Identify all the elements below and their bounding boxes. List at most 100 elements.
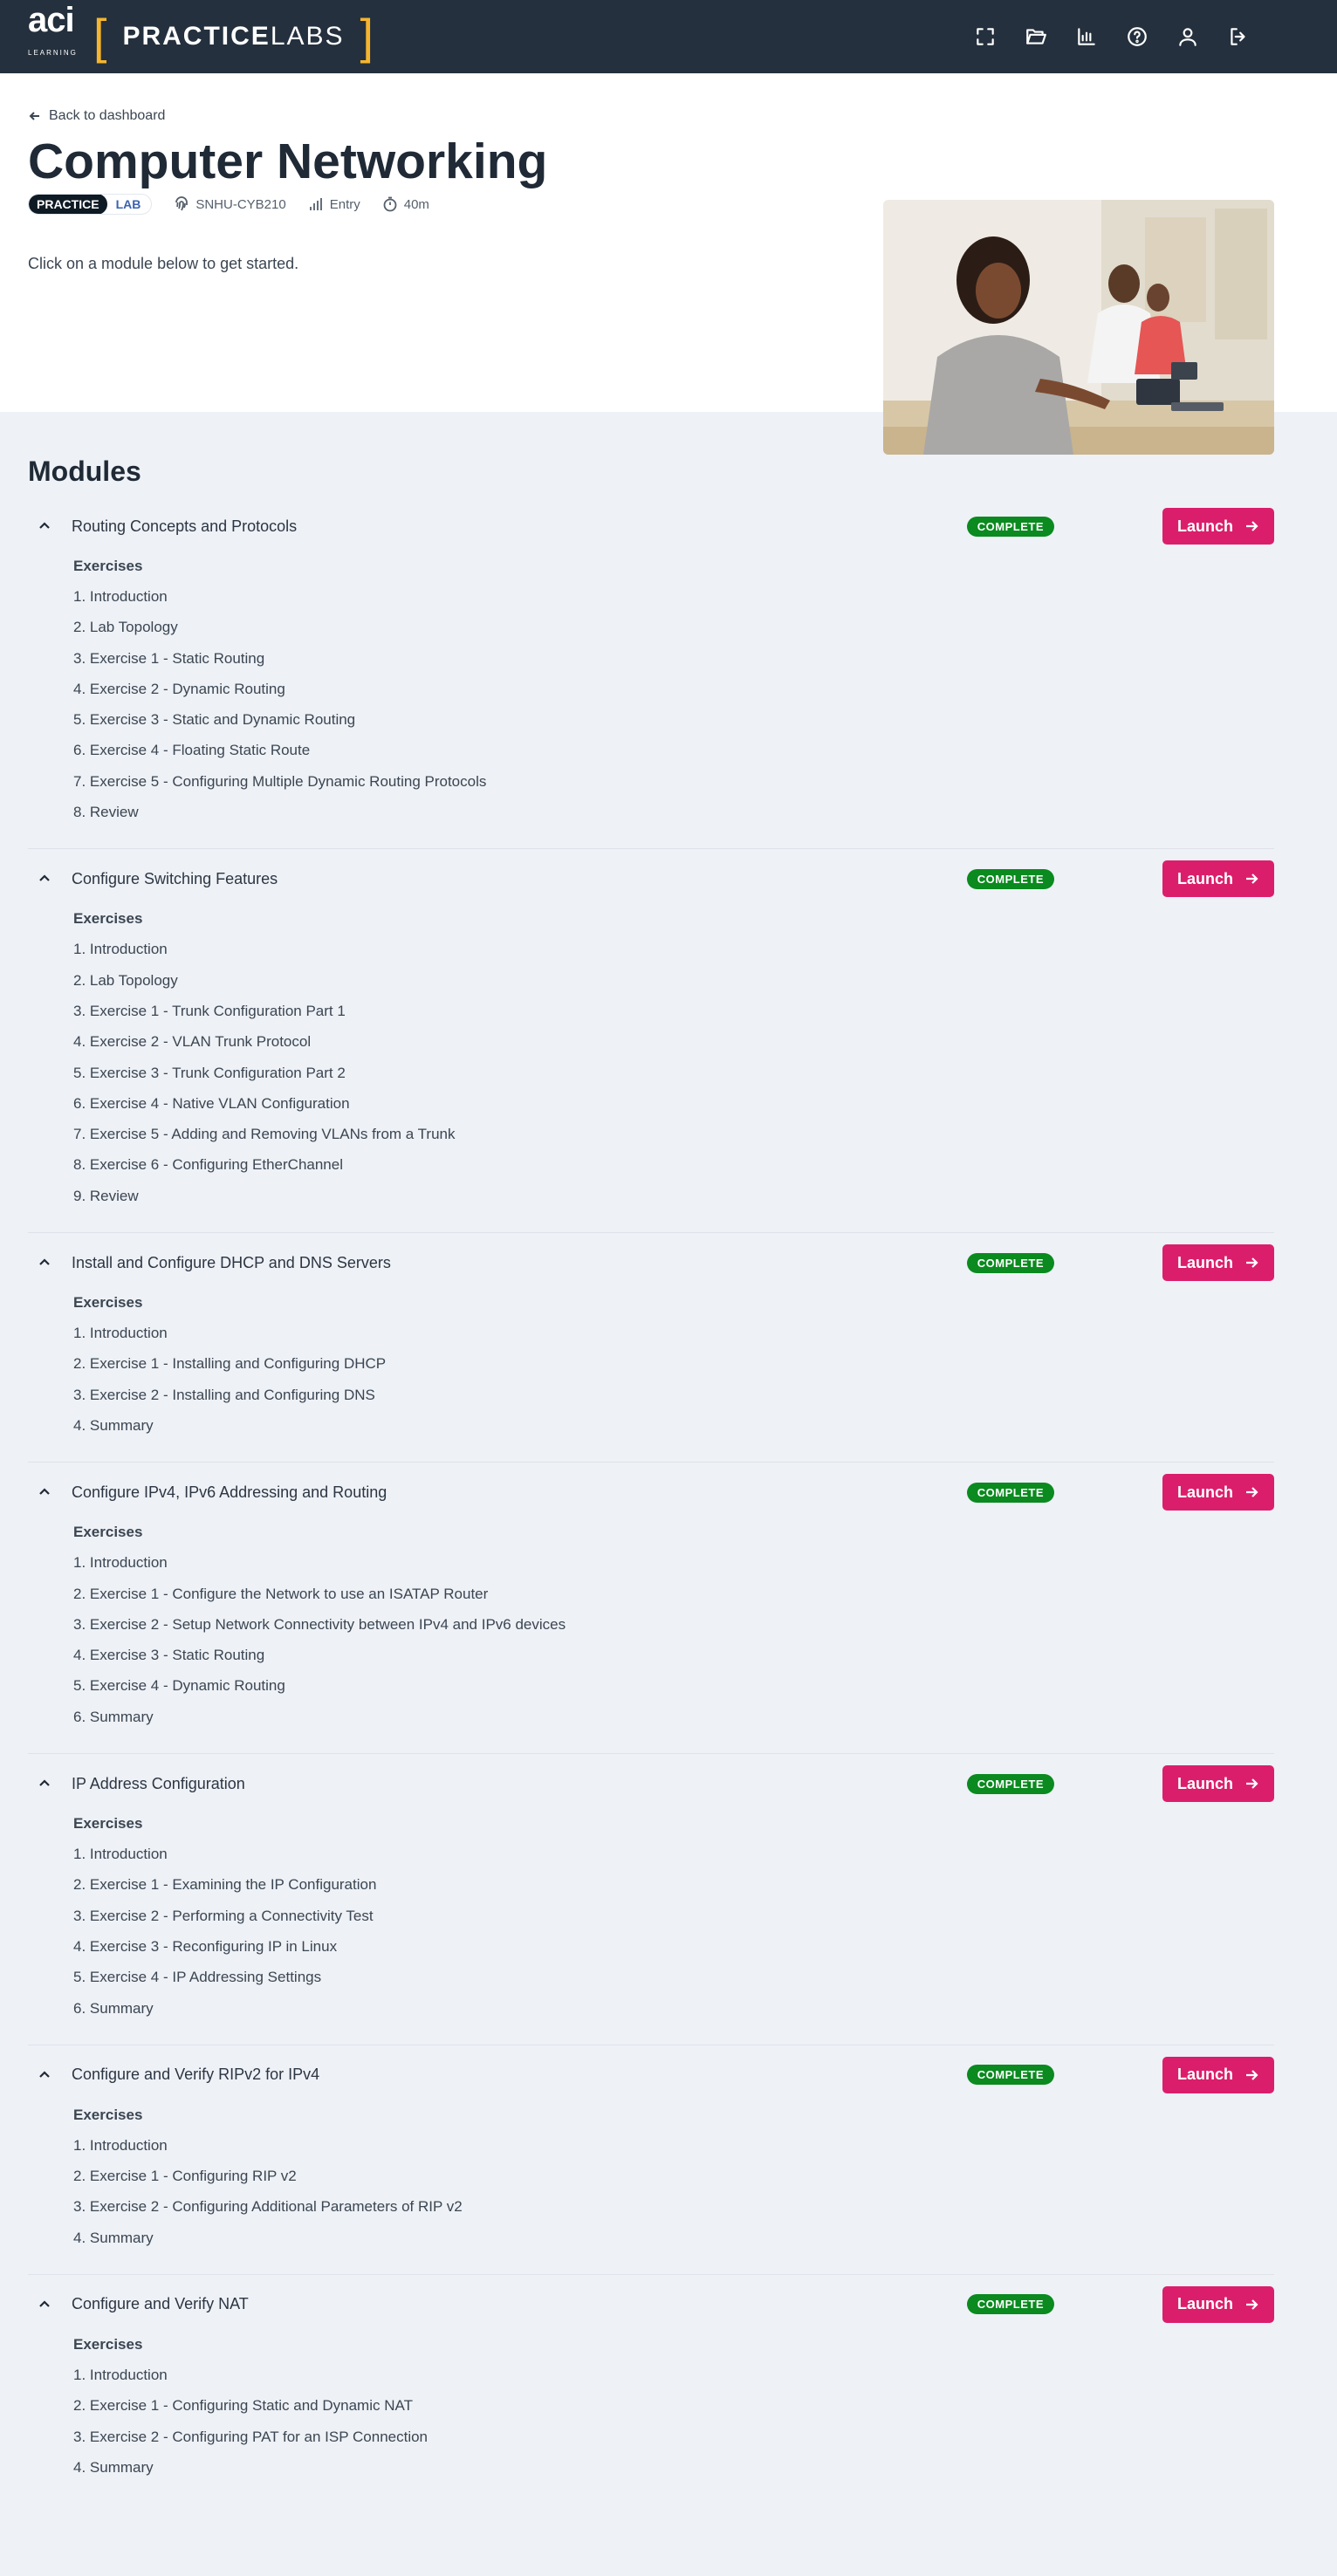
chevron-up-icon[interactable] (37, 1253, 56, 1272)
exercise-item[interactable]: 6. Summary (73, 1702, 1274, 1732)
course-level-label: Entry (329, 196, 360, 212)
launch-button-label: Launch (1176, 869, 1233, 887)
exercise-item[interactable]: 6. Exercise 4 - Native VLAN Configuratio… (73, 1088, 1274, 1119)
exercise-item[interactable]: 4. Exercise 2 - VLAN Trunk Protocol (73, 1026, 1274, 1057)
status-badge: COMPLETE (966, 516, 1054, 537)
exercise-item[interactable]: 1. Introduction (73, 2360, 1274, 2390)
level-bars-icon (309, 198, 322, 210)
launch-button[interactable]: Launch (1162, 2056, 1274, 2093)
status-badge: COMPLETE (966, 2294, 1054, 2315)
exercise-item[interactable]: 3. Exercise 2 - Installing and Configuri… (73, 1380, 1274, 1410)
chevron-up-icon[interactable] (37, 869, 56, 888)
module-list: Routing Concepts and Protocols COMPLETE … (28, 507, 1274, 2504)
students-at-computers-illustration (883, 200, 1274, 455)
exercise-item[interactable]: 3. Exercise 1 - Trunk Configuration Part… (73, 996, 1274, 1026)
status-badge: COMPLETE (966, 1482, 1054, 1503)
module-card: Configure Switching Features COMPLETE La… (28, 860, 1274, 1234)
exercise-item[interactable]: 6. Summary (73, 1993, 1274, 2024)
exercise-item[interactable]: 2. Exercise 1 - Examining the IP Configu… (73, 1869, 1274, 1900)
exercise-item[interactable]: 8. Review (73, 797, 1274, 827)
exercise-item[interactable]: 4. Summary (73, 2223, 1274, 2253)
exercise-item[interactable]: 1. Introduction (73, 581, 1274, 612)
exercise-list: Exercises 1. Introduction 2. Exercise 1 - … (28, 2324, 1274, 2483)
launch-button[interactable]: Launch (1162, 1474, 1274, 1511)
exercise-item[interactable]: 2. Exercise 1 - Installing and Configuri… (73, 1348, 1274, 1379)
module-header: Configure Switching Features COMPLETE La… (28, 860, 1274, 898)
launch-button[interactable]: Launch (1162, 2285, 1274, 2323)
back-to-dashboard-link[interactable]: Back to dashboard (28, 108, 165, 124)
logout-icon[interactable] (1225, 24, 1251, 50)
exercise-item[interactable]: 4. Exercise 3 - Reconfiguring IP in Linu… (73, 1931, 1274, 1962)
module-title[interactable]: Configure and Verify RIPv2 for IPv4 (72, 2066, 967, 2084)
exercise-item[interactable]: 1. Introduction (73, 1547, 1274, 1578)
launch-button-label: Launch (1176, 1253, 1233, 1271)
launch-button[interactable]: Launch (1162, 1244, 1274, 1282)
exercise-item[interactable]: 7. Exercise 5 - Adding and Removing VLAN… (73, 1119, 1274, 1149)
brand-logo[interactable]: aci LEARNING [ PRACTICE LABS ] (28, 3, 374, 69)
launch-button-label: Launch (1176, 1774, 1233, 1792)
practicelabs-logo-bold: PRACTICE (122, 22, 271, 51)
exercise-item[interactable]: 3. Exercise 1 - Static Routing (73, 643, 1274, 674)
module-title[interactable]: IP Address Configuration (72, 1775, 967, 1793)
exercise-item[interactable]: 2. Exercise 1 - Configuring RIP v2 (73, 2161, 1274, 2191)
exercise-item[interactable]: 1. Introduction (73, 1839, 1274, 1869)
module-card: Configure and Verify RIPv2 for IPv4 COMP… (28, 2056, 1274, 2275)
folder-icon[interactable] (1023, 24, 1049, 50)
exercise-item[interactable]: 3. Exercise 2 - Performing a Connectivit… (73, 1901, 1274, 1931)
launch-button[interactable]: Launch (1162, 508, 1274, 545)
exercises-heading: Exercises (73, 1815, 143, 1833)
course-hero: Back to dashboard Computer Networking PR… (0, 73, 1337, 455)
module-title[interactable]: Routing Concepts and Protocols (72, 517, 967, 536)
exercise-item[interactable]: 5. Exercise 3 - Trunk Configuration Part… (73, 1058, 1274, 1088)
exercise-item[interactable]: 4. Summary (73, 2452, 1274, 2483)
exercise-item[interactable]: 7. Exercise 5 - Configuring Multiple Dyn… (73, 766, 1274, 797)
module-header: Configure and Verify NAT COMPLETE Launch (28, 2285, 1274, 2324)
arrow-right-icon (1246, 1778, 1258, 1789)
exercise-item[interactable]: 1. Introduction (73, 934, 1274, 964)
exercise-item[interactable]: 3. Exercise 2 - Configuring Additional P… (73, 2191, 1274, 2222)
exercise-item[interactable]: 5. Exercise 4 - Dynamic Routing (73, 1670, 1274, 1701)
chevron-up-icon[interactable] (37, 2066, 56, 2085)
exercise-item[interactable]: 1. Introduction (73, 1318, 1274, 1348)
exercise-item[interactable]: 9. Review (73, 1181, 1274, 1211)
module-title[interactable]: Install and Configure DHCP and DNS Serve… (72, 1254, 967, 1272)
module-title[interactable]: Configure Switching Features (72, 870, 967, 888)
launch-button[interactable]: Launch (1162, 860, 1274, 898)
aci-logo: aci LEARNING (28, 3, 78, 69)
arrow-left-icon (29, 112, 39, 120)
exercise-item[interactable]: 3. Exercise 2 - Setup Network Connectivi… (73, 1609, 1274, 1640)
help-icon[interactable] (1124, 24, 1150, 50)
modules-heading: Modules (28, 456, 141, 487)
status-badge: COMPLETE (966, 1252, 1054, 1273)
exercises-heading: Exercises (73, 558, 143, 574)
module-title[interactable]: Configure and Verify NAT (72, 2295, 967, 2313)
launch-button[interactable]: Launch (1162, 1765, 1274, 1803)
chevron-up-icon[interactable] (37, 2295, 56, 2314)
chevron-up-icon[interactable] (37, 1774, 56, 1793)
exercise-item[interactable]: 3. Exercise 2 - Configuring PAT for an I… (73, 2422, 1274, 2452)
course-duration: 40m (381, 195, 429, 213)
exercise-item[interactable]: 6. Exercise 4 - Floating Static Route (73, 735, 1274, 765)
exercise-item[interactable]: 8. Exercise 6 - Configuring EtherChannel (73, 1149, 1274, 1180)
status-badge: COMPLETE (966, 1773, 1054, 1794)
launch-button-label: Launch (1176, 2066, 1233, 2084)
exercise-item[interactable]: 2. Lab Topology (73, 965, 1274, 996)
exercise-item[interactable]: 5. Exercise 4 - IP Addressing Settings (73, 1962, 1274, 1992)
exercise-item[interactable]: 4. Exercise 2 - Dynamic Routing (73, 674, 1274, 704)
exercises-heading: Exercises (73, 1524, 143, 1541)
exercise-item[interactable]: 1. Introduction (73, 2130, 1274, 2161)
module-title[interactable]: Configure IPv4, IPv6 Addressing and Rout… (72, 1483, 967, 1502)
exercise-item[interactable]: 2. Exercise 1 - Configuring Static and D… (73, 2390, 1274, 2421)
exercise-item[interactable]: 4. Exercise 3 - Static Routing (73, 1640, 1274, 1670)
exercise-item[interactable]: 2. Exercise 1 - Configure the Network to… (73, 1579, 1274, 1609)
chevron-up-icon[interactable] (37, 517, 56, 536)
chevron-up-icon[interactable] (37, 1483, 56, 1502)
status-badge: COMPLETE (966, 868, 1054, 889)
fullscreen-icon[interactable] (972, 24, 998, 50)
course-hero-image (883, 200, 1274, 455)
chart-icon[interactable] (1073, 24, 1100, 50)
user-icon[interactable] (1175, 24, 1201, 50)
exercise-item[interactable]: 2. Lab Topology (73, 612, 1274, 642)
exercise-item[interactable]: 5. Exercise 3 - Static and Dynamic Routi… (73, 704, 1274, 735)
exercise-item[interactable]: 4. Summary (73, 1410, 1274, 1441)
